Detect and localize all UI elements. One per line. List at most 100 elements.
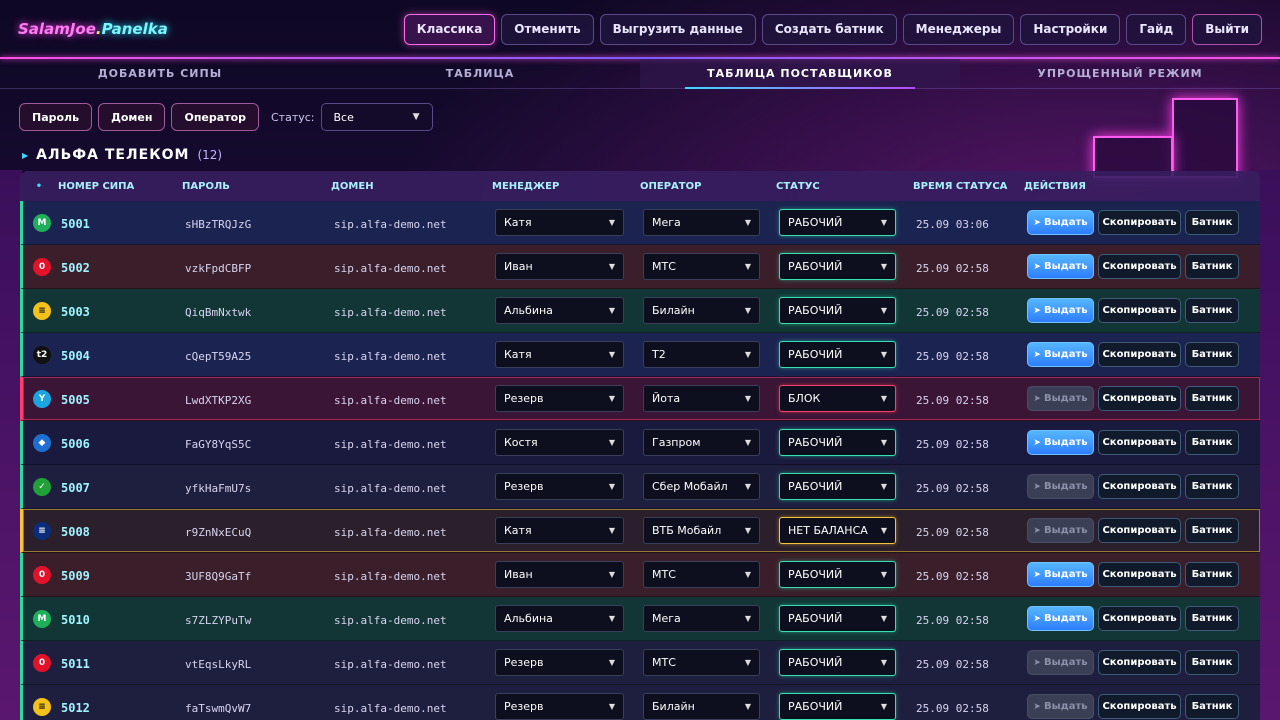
give-button[interactable]: ➤ Выдать [1027,430,1094,455]
operator-select[interactable]: Мега ▼ [643,605,760,632]
status-select[interactable]: НЕТ БАЛАНСА ▼ [779,517,896,544]
nav-button-2[interactable]: Выгрузить данные [599,13,756,45]
copy-button[interactable]: Скопировать [1098,650,1181,675]
manager-select[interactable]: Резерв ▼ [495,649,624,676]
operator-select[interactable]: ВТБ Мобайл ▼ [643,517,760,544]
chevron-down-icon: ▼ [744,658,751,667]
tab-3[interactable]: УПРОЩЕННЫЙ РЕЖИМ [960,59,1280,88]
nav-button-7[interactable]: Выйти [1192,13,1262,45]
status-select[interactable]: РАБОЧИЙ ▼ [779,473,896,500]
status-select[interactable]: РАБОЧИЙ ▼ [779,209,896,236]
give-button[interactable]: ➤ Выдать [1027,298,1094,323]
copy-button[interactable]: Скопировать [1098,342,1181,367]
status-select[interactable]: РАБОЧИЙ ▼ [779,297,896,324]
sip-cell: 5007 [61,477,185,496]
chevron-down-icon: ▼ [608,306,615,315]
operator-select[interactable]: МТС ▼ [643,253,760,280]
status-select[interactable]: РАБОЧИЙ ▼ [779,561,896,588]
operator-select[interactable]: Мега ▼ [643,209,760,236]
sip-cell: 5003 [61,301,185,320]
batch-button[interactable]: Батник [1185,342,1239,367]
mts-icon: 0 [33,565,51,584]
give-button[interactable]: ➤ Выдать [1027,562,1094,587]
status-filter-select[interactable]: Все ▼ [320,103,433,131]
nav-button-4[interactable]: Менеджеры [902,13,1015,45]
copy-button[interactable]: Скопировать [1098,562,1181,587]
copy-button[interactable]: Скопировать [1098,606,1181,631]
status-select[interactable]: РАБОЧИЙ ▼ [779,649,896,676]
batch-button[interactable]: Батник [1185,562,1239,587]
copy-button[interactable]: Скопировать [1098,518,1181,543]
give-label: Выдать [1043,217,1088,228]
status-filter-label: Статус: [271,110,315,124]
filter-domain-button[interactable]: Домен [98,103,166,131]
operator-select[interactable]: Билайн ▼ [643,693,760,720]
manager-select[interactable]: Иван ▼ [495,561,624,588]
manager-select[interactable]: Резерв ▼ [495,473,624,500]
batch-button[interactable]: Батник [1185,474,1239,499]
tab-0[interactable]: ДОБАВИТЬ СИПЫ [0,59,320,88]
tab-1[interactable]: ТАБЛИЦА [320,59,640,88]
operator-select[interactable]: Билайн ▼ [643,297,760,324]
copy-button[interactable]: Скопировать [1098,386,1181,411]
status-select[interactable]: РАБОЧИЙ ▼ [779,693,896,720]
batch-button[interactable]: Батник [1185,606,1239,631]
operator-cell: Т2 ▼ [643,341,779,368]
telegram-plane-icon: ➤ [1033,437,1041,448]
batch-button[interactable]: Батник [1185,518,1239,543]
copy-button[interactable]: Скопировать [1098,430,1181,455]
copy-button[interactable]: Скопировать [1098,694,1181,719]
tab-2[interactable]: ТАБЛИЦА ПОСТАВЩИКОВ [640,59,960,89]
batch-button[interactable]: Батник [1185,650,1239,675]
give-button[interactable]: ➤ Выдать [1027,342,1094,367]
filter-password-button[interactable]: Пароль [19,103,93,131]
sip-number: 5003 [61,305,90,319]
operator-select[interactable]: Т2 ▼ [643,341,760,368]
status-cell: РАБОЧИЙ ▼ [779,649,916,676]
manager-select[interactable]: Альбина ▼ [495,605,624,632]
nav-button-1[interactable]: Отменить [501,13,594,45]
filter-operator-button[interactable]: Оператор [171,103,259,131]
copy-button[interactable]: Скопировать [1098,254,1181,279]
manager-select[interactable]: Альбина ▼ [495,297,624,324]
operator-select[interactable]: МТС ▼ [643,649,760,676]
nav-button-3[interactable]: Создать батник [761,13,897,45]
operator-select[interactable]: МТС ▼ [643,561,760,588]
batch-button[interactable]: Батник [1185,298,1239,323]
password-cell: s7ZLZYPuTw [185,609,334,628]
group-header[interactable]: ▶ АЛЬФА ТЕЛЕКОМ (12) [22,147,222,163]
copy-button[interactable]: Скопировать [1098,298,1181,323]
manager-select[interactable]: Катя ▼ [495,209,624,236]
batch-button[interactable]: Батник [1185,210,1239,235]
batch-button[interactable]: Батник [1185,430,1239,455]
copy-button[interactable]: Скопировать [1098,210,1181,235]
nav-button-0[interactable]: Классика [403,13,496,45]
give-label: Выдать [1043,701,1088,712]
status-select[interactable]: РАБОЧИЙ ▼ [779,429,896,456]
manager-select[interactable]: Резерв ▼ [495,693,624,720]
manager-select[interactable]: Костя ▼ [495,429,624,456]
status-value: РАБОЧИЙ [788,480,843,493]
nav-button-6[interactable]: Гайд [1126,13,1187,45]
manager-select[interactable]: Резерв ▼ [495,385,624,412]
operator-select[interactable]: Йота ▼ [643,385,760,412]
batch-button[interactable]: Батник [1185,386,1239,411]
batch-button[interactable]: Батник [1185,254,1239,279]
chevron-down-icon: ▼ [608,658,615,667]
manager-select[interactable]: Иван ▼ [495,253,624,280]
operator-select[interactable]: Газпром ▼ [643,429,760,456]
copy-button[interactable]: Скопировать [1098,474,1181,499]
status-select[interactable]: РАБОЧИЙ ▼ [779,605,896,632]
manager-select[interactable]: Катя ▼ [495,341,624,368]
batch-button[interactable]: Батник [1185,694,1239,719]
nav-button-5[interactable]: Настройки [1020,13,1121,45]
operator-select[interactable]: Сбер Мобайл ▼ [643,473,760,500]
give-button[interactable]: ➤ Выдать [1027,254,1094,279]
manager-select[interactable]: Катя ▼ [495,517,624,544]
status-select[interactable]: РАБОЧИЙ ▼ [779,341,896,368]
give-button[interactable]: ➤ Выдать [1027,606,1094,631]
status-select[interactable]: РАБОЧИЙ ▼ [779,253,896,280]
operator-value: Газпром [652,436,701,449]
status-select[interactable]: БЛОК ▼ [779,385,896,412]
give-button[interactable]: ➤ Выдать [1027,210,1094,235]
